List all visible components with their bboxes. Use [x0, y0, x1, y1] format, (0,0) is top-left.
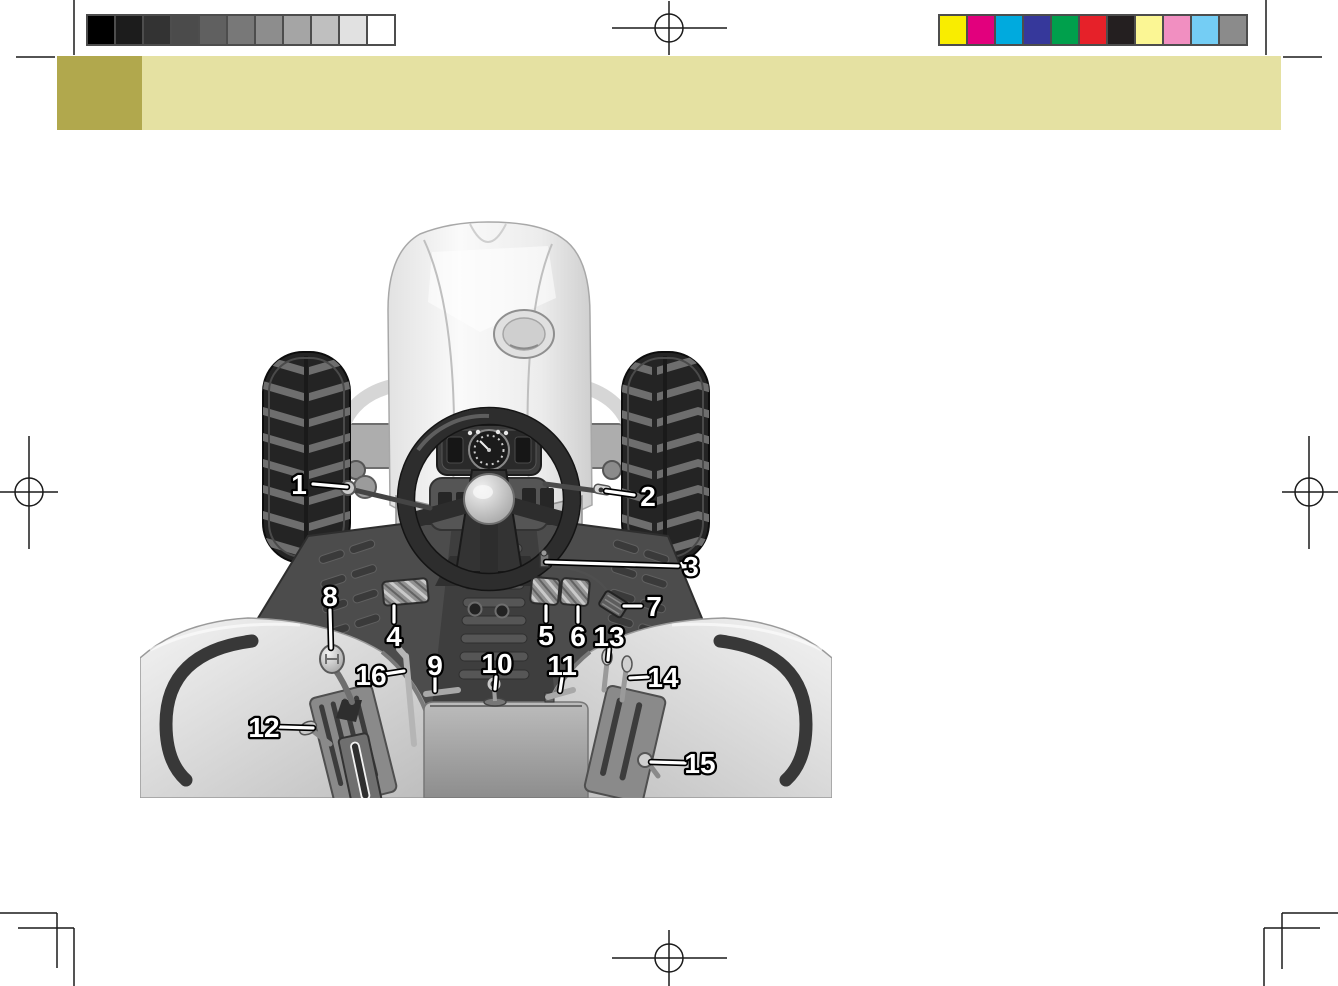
- calibration-swatch: [228, 16, 256, 44]
- diff-lock-lever: [426, 690, 458, 694]
- callout-label-7: 7: [646, 591, 662, 622]
- callout-label-3: 3: [683, 551, 699, 582]
- tractor-operator-station-figure: 12345678910111213141516: [130, 210, 840, 810]
- front-tire-right: [622, 352, 840, 563]
- calibration-swatch: [116, 16, 144, 44]
- grayscale-calibration-bar: [86, 14, 396, 46]
- chapter-header-band: [57, 56, 1281, 130]
- callout-label-14: 14: [647, 662, 679, 693]
- callout-leader-line: [280, 727, 313, 728]
- calibration-swatch: [1136, 16, 1164, 44]
- callout-label-1: 1: [291, 469, 307, 500]
- clutch-pedal: [382, 578, 429, 606]
- calibration-swatch: [200, 16, 228, 44]
- callout-label-4: 4: [386, 621, 402, 652]
- crop-marks-bottom-left: [0, 913, 74, 986]
- callout-label-6: 6: [570, 621, 586, 652]
- callout-label-16: 16: [355, 660, 386, 691]
- calibration-swatch: [88, 16, 116, 44]
- brake-pedal-right: [560, 578, 590, 606]
- callout-label-15: 15: [684, 748, 715, 779]
- callout-label-10: 10: [481, 648, 512, 679]
- calibration-swatch: [1108, 16, 1136, 44]
- calibration-swatch: [1220, 16, 1246, 44]
- manual-page: 12345678910111213141516: [0, 0, 1338, 986]
- registration-mark-left: [0, 436, 58, 549]
- brake-pedal-left: [530, 577, 560, 605]
- calibration-swatch: [172, 16, 200, 44]
- calibration-swatch: [1080, 16, 1108, 44]
- calibration-swatch: [940, 16, 968, 44]
- calibration-swatch: [996, 16, 1024, 44]
- calibration-swatch: [312, 16, 340, 44]
- registration-mark-top: [612, 1, 727, 55]
- chapter-accent-block: [57, 56, 142, 130]
- callout-label-11: 11: [547, 650, 577, 681]
- calibration-swatch: [368, 16, 394, 44]
- calibration-swatch: [968, 16, 996, 44]
- callout-label-13: 13: [593, 621, 624, 652]
- calibration-swatch: [1192, 16, 1220, 44]
- callout-label-2: 2: [640, 481, 656, 512]
- callout-label-8: 8: [322, 581, 338, 612]
- calibration-swatch: [340, 16, 368, 44]
- crop-marks-bottom-right: [1264, 913, 1338, 986]
- calibration-swatch: [1024, 16, 1052, 44]
- fuel-cap: [494, 310, 554, 358]
- calibration-swatch: [284, 16, 312, 44]
- callout-leader-line: [330, 610, 331, 648]
- crop-marks-top-left: [16, 0, 74, 57]
- callout-label-5: 5: [538, 620, 554, 651]
- registration-mark-bottom: [612, 930, 727, 986]
- calibration-swatch: [144, 16, 172, 44]
- callout-label-9: 9: [427, 650, 443, 681]
- crop-marks-top-right: [1266, 0, 1322, 57]
- registration-mark-right: [1282, 436, 1338, 549]
- calibration-swatch: [1052, 16, 1080, 44]
- callout-label-12: 12: [248, 712, 279, 743]
- horn-hub: [464, 474, 514, 524]
- seat-base: [424, 702, 588, 798]
- callout-leader-line: [630, 677, 648, 678]
- callout-leader-line: [651, 762, 685, 763]
- calibration-swatch: [256, 16, 284, 44]
- calibration-swatch: [1164, 16, 1192, 44]
- color-calibration-bar: [938, 14, 1248, 46]
